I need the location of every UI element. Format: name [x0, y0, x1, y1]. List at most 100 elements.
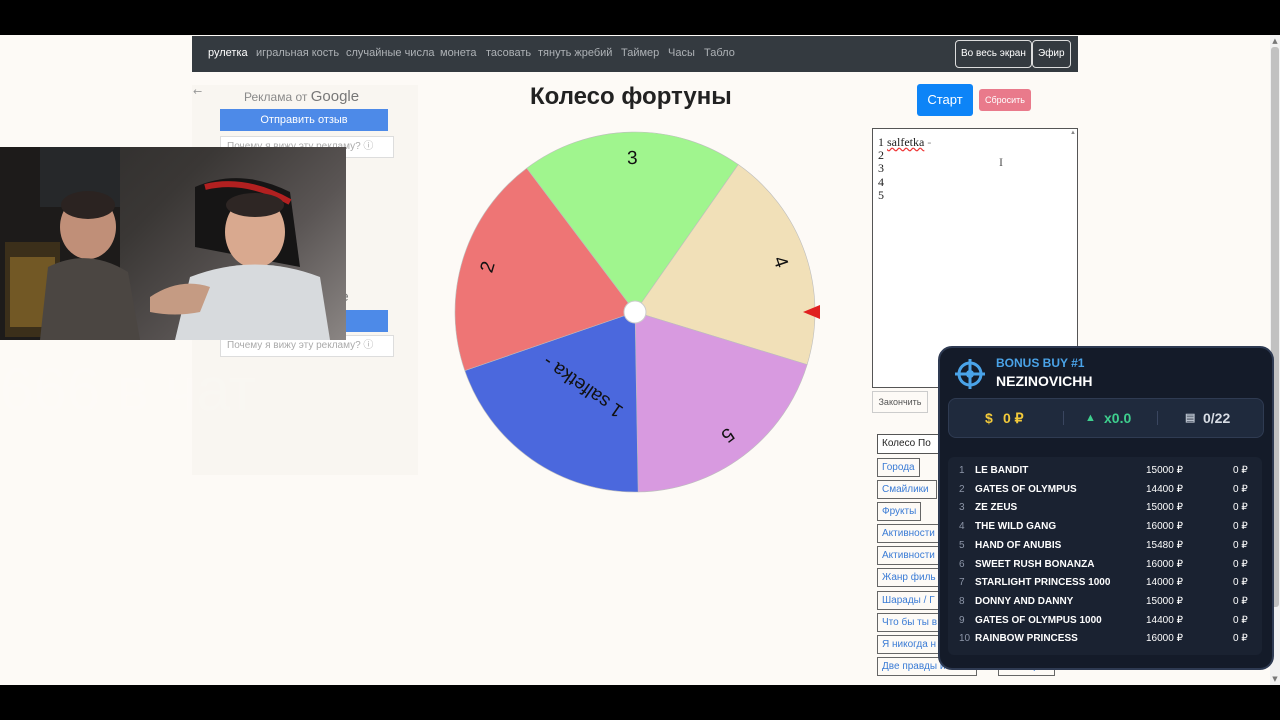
nav-scoreboard[interactable]: Табло	[704, 47, 735, 59]
game-win: 0 ₽	[1233, 502, 1248, 514]
bonus-game-row: 6 SWEET RUSH BONANZA 16000 ₽ 0 ₽	[948, 559, 1262, 577]
game-number: 10	[959, 633, 971, 645]
category-cities[interactable]: Города	[877, 458, 920, 477]
game-price: 14400 ₽	[1146, 614, 1183, 626]
bonus-game-row: 9 GATES OF OLYMPUS 1000 14400 ₽ 0 ₽	[948, 615, 1262, 633]
bonus-game-row: 8 DONNY AND DANNY 15000 ₽ 0 ₽	[948, 596, 1262, 614]
category-smileys[interactable]: Смайлики	[877, 480, 937, 499]
game-price: 16000 ₽	[1146, 633, 1183, 645]
game-number: 7	[959, 577, 965, 589]
nav-roulette[interactable]: рулетка	[208, 47, 248, 59]
wheel-hub	[623, 300, 647, 324]
bonus-game-row: 4 THE WILD GANG 16000 ₽ 0 ₽	[948, 521, 1262, 539]
entry-line-3: 3	[878, 161, 884, 175]
game-name: GATES OF OLYMPUS	[975, 483, 1077, 495]
nav-coin[interactable]: монета	[440, 47, 477, 59]
nav-random-numbers[interactable]: случайные числа	[346, 47, 434, 59]
game-name: GATES OF OLYMPUS 1000	[975, 614, 1102, 626]
wheel-segment-label: 3	[627, 148, 638, 169]
category-never-have-i[interactable]: Я никогда н	[877, 635, 939, 654]
game-price: 15000 ₽	[1146, 502, 1183, 514]
webcam-image	[0, 147, 330, 340]
finish-button[interactable]: Закончить	[872, 391, 928, 413]
game-number: 8	[959, 595, 965, 607]
bonus-games-list: 1 LE BANDIT 15000 ₽ 0 ₽ 2 GATES OF OLYMPUS 144…	[948, 457, 1262, 655]
game-number: 4	[959, 521, 965, 533]
nav-clock[interactable]: Часы	[668, 47, 695, 59]
nav-timer[interactable]: Таймер	[621, 47, 659, 59]
ad-feedback-button[interactable]: Отправить отзыв	[220, 109, 388, 131]
category-activities-2[interactable]: Активности	[877, 546, 939, 565]
category-film-genre[interactable]: Жанр филь	[877, 568, 939, 587]
ad-header: Реклама от Google	[244, 88, 360, 105]
game-number: 5	[959, 539, 965, 551]
webcam-video	[0, 147, 346, 340]
game-price: 15000 ₽	[1146, 465, 1183, 476]
bottom-black-bar	[0, 685, 1280, 720]
nav-shuffle[interactable]: тасовать	[486, 47, 531, 59]
bonus-game-row: 5 HAND OF ANUBIS 15480 ₽ 0 ₽	[948, 540, 1262, 558]
entry-line-5: 5	[878, 188, 884, 202]
fullscreen-button[interactable]: Во весь экран	[955, 40, 1032, 68]
slot-machine-icon: ▤	[1185, 412, 1196, 424]
entry-line-1: 1 salfetka -	[878, 135, 932, 149]
multiplier-value: x0.0	[1104, 410, 1132, 426]
multiplier-icon: ▲	[1085, 412, 1096, 424]
textarea-scroll-up-icon[interactable]: ▲	[1070, 130, 1076, 136]
balance-value: 0 ₽	[1003, 410, 1024, 426]
game-name: LE BANDIT	[975, 465, 1029, 476]
game-win: 0 ₽	[1233, 633, 1248, 645]
back-arrow-icon[interactable]: ←	[193, 85, 202, 98]
category-fruits[interactable]: Фрукты	[877, 502, 922, 521]
game-name: RAINBOW PRINCESS	[975, 633, 1078, 645]
game-name: DONNY AND DANNY	[975, 595, 1074, 607]
category-select[interactable]: Колесо По	[877, 434, 943, 454]
live-button[interactable]: Эфир	[1032, 40, 1071, 68]
bonus-buy-widget: BONUS BUY #1 NEZINOVICHH $ 0 ₽ ▲ x0.0 ▤ …	[938, 346, 1274, 670]
bonus-game-row: 1 LE BANDIT 15000 ₽ 0 ₽	[948, 465, 1262, 483]
game-win: 0 ₽	[1233, 614, 1248, 626]
game-name: SWEET RUSH BONANZA	[975, 558, 1095, 570]
game-price: 16000 ₽	[1146, 521, 1183, 533]
stats-divider	[1157, 411, 1158, 425]
top-navbar: рулетка игральная кость случайные числа …	[192, 36, 1078, 72]
nav-draw-lots[interactable]: тянуть жребий	[538, 47, 612, 59]
page-title: Колесо фортуны	[530, 83, 732, 110]
game-win: 0 ₽	[1233, 465, 1248, 476]
scroll-down-icon[interactable]: ▼	[1271, 675, 1279, 683]
bonus-subtitle: BONUS BUY #1	[996, 356, 1085, 370]
game-win: 0 ₽	[1233, 595, 1248, 607]
game-number: 9	[959, 614, 965, 626]
game-win: 0 ₽	[1233, 521, 1248, 533]
stats-divider	[1063, 411, 1064, 425]
bonus-game-row: 10 RAINBOW PRINCESS 16000 ₽ 0 ₽	[948, 633, 1262, 651]
game-number: 3	[959, 502, 965, 514]
game-win: 0 ₽	[1233, 539, 1248, 551]
google-logo: Google	[310, 88, 360, 105]
game-name: STARLIGHT PRINCESS 1000	[975, 577, 1111, 589]
game-name: HAND OF ANUBIS	[975, 539, 1062, 551]
game-name: ZE ZEUS	[975, 502, 1018, 514]
scroll-up-icon[interactable]: ▲	[1271, 37, 1279, 45]
reset-button[interactable]: Сбросить	[979, 89, 1031, 111]
game-price: 14400 ₽	[1146, 483, 1183, 495]
category-activities-1[interactable]: Активности	[877, 524, 939, 543]
game-number: 6	[959, 558, 965, 570]
game-price: 15480 ₽	[1146, 539, 1183, 551]
dollar-icon: $	[985, 410, 993, 426]
game-win: 0 ₽	[1233, 483, 1248, 495]
start-button[interactable]: Старт	[917, 84, 973, 116]
crosshair-logo-icon	[955, 359, 985, 389]
game-price: 16000 ₽	[1146, 558, 1183, 570]
text-cursor-icon: I	[999, 155, 1003, 169]
bonus-game-row: 3 ZE ZEUS 15000 ₽ 0 ₽	[948, 502, 1262, 520]
category-charades[interactable]: Шарады / Г	[877, 591, 939, 610]
bonus-player-name: NEZINOVICHH	[996, 373, 1093, 389]
category-would-you[interactable]: Что бы ты в	[877, 613, 939, 632]
game-name: THE WILD GANG	[975, 521, 1057, 533]
bonus-stats-bar: $ 0 ₽ ▲ x0.0 ▤ 0/22	[948, 398, 1264, 438]
game-number: 1	[959, 465, 965, 476]
fortune-wheel[interactable]: 3451 salfetka -2	[450, 125, 820, 505]
game-number: 2	[959, 483, 965, 495]
nav-dice[interactable]: игральная кость	[256, 47, 339, 59]
